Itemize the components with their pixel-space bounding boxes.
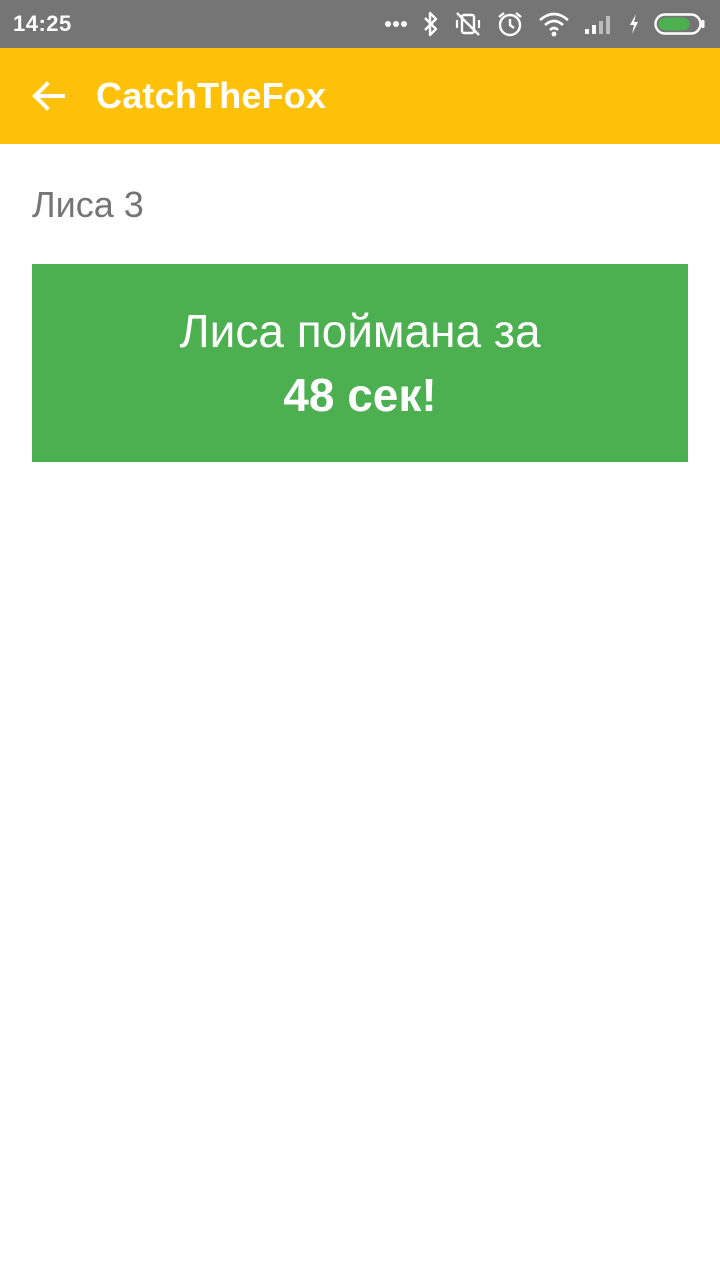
bluetooth-icon: [424, 11, 438, 37]
signal-icon: [585, 16, 610, 34]
status-bar: 14:25: [0, 0, 720, 48]
arrow-back-icon: [32, 81, 65, 111]
main-content: Лиса 3 Лиса поймана за 48 сек!: [32, 144, 688, 462]
charging-icon: [630, 14, 638, 34]
result-card: Лиса поймана за 48 сек!: [32, 264, 688, 462]
battery-icon: [654, 13, 705, 35]
result-time: 48 сек!: [283, 369, 437, 421]
app-title: CatchTheFox: [96, 75, 327, 116]
more-dots-icon: [385, 21, 407, 27]
fox-label: Лиса 3: [32, 184, 144, 225]
alarm-icon: [498, 12, 522, 37]
status-icons: [384, 10, 706, 38]
wifi-icon: [539, 12, 569, 37]
back-button[interactable]: [0, 48, 96, 144]
vibrate-off-icon: [455, 12, 481, 36]
status-time: 14:25: [13, 11, 72, 36]
result-message: Лиса поймана за: [179, 305, 541, 357]
app-bar: CatchTheFox: [0, 48, 720, 144]
